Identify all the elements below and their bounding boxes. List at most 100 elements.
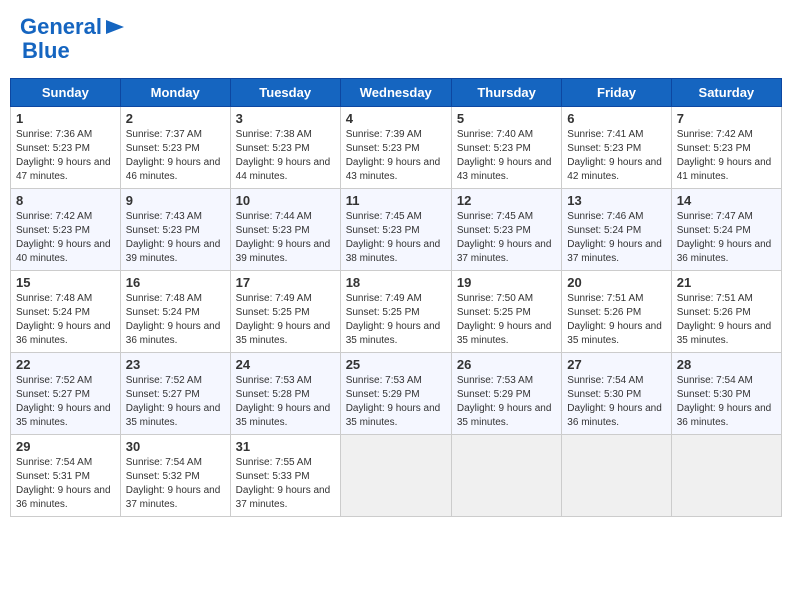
day-info: Sunrise: 7:38 AM Sunset: 5:23 PM Dayligh… [236,128,335,184]
day-number: 7 [677,111,776,126]
day-number: 14 [677,193,776,208]
day-info: Sunrise: 7:36 AM Sunset: 5:23 PM Dayligh… [16,128,115,184]
calendar-cell: 13 Sunrise: 7:46 AM Sunset: 5:24 PM Dayl… [562,189,671,271]
weekday-header-thursday: Thursday [451,79,561,107]
day-number: 12 [457,193,556,208]
day-info: Sunrise: 7:42 AM Sunset: 5:23 PM Dayligh… [16,210,115,266]
weekday-header-sunday: Sunday [11,79,121,107]
calendar-cell: 7 Sunrise: 7:42 AM Sunset: 5:23 PM Dayli… [671,107,781,189]
calendar-cell [451,435,561,517]
calendar-cell: 20 Sunrise: 7:51 AM Sunset: 5:26 PM Dayl… [562,271,671,353]
calendar-cell [671,435,781,517]
day-info: Sunrise: 7:45 AM Sunset: 5:23 PM Dayligh… [346,210,446,266]
calendar-cell: 11 Sunrise: 7:45 AM Sunset: 5:23 PM Dayl… [340,189,451,271]
day-info: Sunrise: 7:54 AM Sunset: 5:32 PM Dayligh… [126,456,225,512]
day-number: 13 [567,193,665,208]
day-number: 24 [236,357,335,372]
day-info: Sunrise: 7:49 AM Sunset: 5:25 PM Dayligh… [236,292,335,348]
calendar-table: SundayMondayTuesdayWednesdayThursdayFrid… [10,78,782,517]
calendar-cell: 3 Sunrise: 7:38 AM Sunset: 5:23 PM Dayli… [230,107,340,189]
calendar-cell: 10 Sunrise: 7:44 AM Sunset: 5:23 PM Dayl… [230,189,340,271]
calendar-cell: 12 Sunrise: 7:45 AM Sunset: 5:23 PM Dayl… [451,189,561,271]
day-info: Sunrise: 7:39 AM Sunset: 5:23 PM Dayligh… [346,128,446,184]
calendar-cell: 27 Sunrise: 7:54 AM Sunset: 5:30 PM Dayl… [562,353,671,435]
day-number: 22 [16,357,115,372]
day-info: Sunrise: 7:37 AM Sunset: 5:23 PM Dayligh… [126,128,225,184]
day-number: 3 [236,111,335,126]
day-info: Sunrise: 7:50 AM Sunset: 5:25 PM Dayligh… [457,292,556,348]
calendar-cell: 22 Sunrise: 7:52 AM Sunset: 5:27 PM Dayl… [11,353,121,435]
day-info: Sunrise: 7:41 AM Sunset: 5:23 PM Dayligh… [567,128,665,184]
day-info: Sunrise: 7:53 AM Sunset: 5:29 PM Dayligh… [346,374,446,430]
logo-text2: Blue [22,39,70,63]
calendar-cell: 19 Sunrise: 7:50 AM Sunset: 5:25 PM Dayl… [451,271,561,353]
day-info: Sunrise: 7:52 AM Sunset: 5:27 PM Dayligh… [16,374,115,430]
day-info: Sunrise: 7:42 AM Sunset: 5:23 PM Dayligh… [677,128,776,184]
logo-text: General [20,15,102,39]
calendar-cell: 23 Sunrise: 7:52 AM Sunset: 5:27 PM Dayl… [120,353,230,435]
day-number: 30 [126,439,225,454]
day-info: Sunrise: 7:52 AM Sunset: 5:27 PM Dayligh… [126,374,225,430]
day-number: 16 [126,275,225,290]
day-number: 5 [457,111,556,126]
weekday-header-row: SundayMondayTuesdayWednesdayThursdayFrid… [11,79,782,107]
day-info: Sunrise: 7:49 AM Sunset: 5:25 PM Dayligh… [346,292,446,348]
calendar-cell: 26 Sunrise: 7:53 AM Sunset: 5:29 PM Dayl… [451,353,561,435]
weekday-header-monday: Monday [120,79,230,107]
calendar-week-row: 1 Sunrise: 7:36 AM Sunset: 5:23 PM Dayli… [11,107,782,189]
day-number: 17 [236,275,335,290]
calendar-week-row: 15 Sunrise: 7:48 AM Sunset: 5:24 PM Dayl… [11,271,782,353]
header: General Blue [10,10,782,68]
calendar-week-row: 22 Sunrise: 7:52 AM Sunset: 5:27 PM Dayl… [11,353,782,435]
day-info: Sunrise: 7:46 AM Sunset: 5:24 PM Dayligh… [567,210,665,266]
day-info: Sunrise: 7:43 AM Sunset: 5:23 PM Dayligh… [126,210,225,266]
day-number: 21 [677,275,776,290]
calendar-cell [562,435,671,517]
calendar-cell: 6 Sunrise: 7:41 AM Sunset: 5:23 PM Dayli… [562,107,671,189]
logo: General Blue [20,15,128,63]
day-info: Sunrise: 7:47 AM Sunset: 5:24 PM Dayligh… [677,210,776,266]
calendar-cell: 30 Sunrise: 7:54 AM Sunset: 5:32 PM Dayl… [120,435,230,517]
day-info: Sunrise: 7:48 AM Sunset: 5:24 PM Dayligh… [126,292,225,348]
day-number: 28 [677,357,776,372]
calendar-cell: 28 Sunrise: 7:54 AM Sunset: 5:30 PM Dayl… [671,353,781,435]
calendar-cell: 25 Sunrise: 7:53 AM Sunset: 5:29 PM Dayl… [340,353,451,435]
day-number: 25 [346,357,446,372]
day-info: Sunrise: 7:53 AM Sunset: 5:29 PM Dayligh… [457,374,556,430]
day-number: 29 [16,439,115,454]
calendar-cell: 17 Sunrise: 7:49 AM Sunset: 5:25 PM Dayl… [230,271,340,353]
day-number: 20 [567,275,665,290]
calendar-cell: 29 Sunrise: 7:54 AM Sunset: 5:31 PM Dayl… [11,435,121,517]
calendar-cell: 14 Sunrise: 7:47 AM Sunset: 5:24 PM Dayl… [671,189,781,271]
weekday-header-wednesday: Wednesday [340,79,451,107]
day-info: Sunrise: 7:54 AM Sunset: 5:30 PM Dayligh… [677,374,776,430]
day-info: Sunrise: 7:48 AM Sunset: 5:24 PM Dayligh… [16,292,115,348]
day-info: Sunrise: 7:44 AM Sunset: 5:23 PM Dayligh… [236,210,335,266]
weekday-header-tuesday: Tuesday [230,79,340,107]
day-number: 4 [346,111,446,126]
day-number: 9 [126,193,225,208]
day-number: 11 [346,193,446,208]
day-number: 26 [457,357,556,372]
day-info: Sunrise: 7:45 AM Sunset: 5:23 PM Dayligh… [457,210,556,266]
day-number: 31 [236,439,335,454]
calendar-cell: 9 Sunrise: 7:43 AM Sunset: 5:23 PM Dayli… [120,189,230,271]
day-number: 10 [236,193,335,208]
day-info: Sunrise: 7:51 AM Sunset: 5:26 PM Dayligh… [677,292,776,348]
calendar-week-row: 29 Sunrise: 7:54 AM Sunset: 5:31 PM Dayl… [11,435,782,517]
logo-arrow-icon [106,16,128,38]
day-info: Sunrise: 7:55 AM Sunset: 5:33 PM Dayligh… [236,456,335,512]
calendar-cell: 21 Sunrise: 7:51 AM Sunset: 5:26 PM Dayl… [671,271,781,353]
day-number: 2 [126,111,225,126]
calendar-cell: 2 Sunrise: 7:37 AM Sunset: 5:23 PM Dayli… [120,107,230,189]
day-number: 27 [567,357,665,372]
day-number: 23 [126,357,225,372]
weekday-header-friday: Friday [562,79,671,107]
day-info: Sunrise: 7:54 AM Sunset: 5:30 PM Dayligh… [567,374,665,430]
calendar-cell: 31 Sunrise: 7:55 AM Sunset: 5:33 PM Dayl… [230,435,340,517]
calendar-cell: 5 Sunrise: 7:40 AM Sunset: 5:23 PM Dayli… [451,107,561,189]
calendar-cell: 18 Sunrise: 7:49 AM Sunset: 5:25 PM Dayl… [340,271,451,353]
calendar-cell: 24 Sunrise: 7:53 AM Sunset: 5:28 PM Dayl… [230,353,340,435]
day-info: Sunrise: 7:51 AM Sunset: 5:26 PM Dayligh… [567,292,665,348]
calendar-week-row: 8 Sunrise: 7:42 AM Sunset: 5:23 PM Dayli… [11,189,782,271]
